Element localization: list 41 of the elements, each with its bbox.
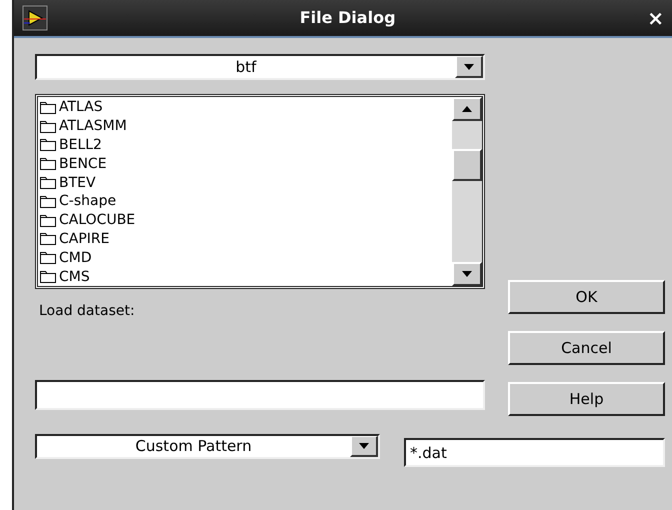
- scroll-thumb[interactable]: [452, 149, 482, 181]
- directory-dropdown[interactable]: btf: [35, 54, 485, 80]
- folder-item[interactable]: ATLASMM: [40, 116, 452, 136]
- ok-button[interactable]: OK: [508, 280, 665, 314]
- folder-item[interactable]: CMD: [40, 248, 452, 268]
- window-title: File Dialog: [300, 7, 396, 29]
- scroll-up-button[interactable]: [452, 97, 482, 121]
- folder-icon: [40, 138, 56, 152]
- folder-item[interactable]: CAPIRE: [40, 230, 452, 248]
- folder-icon: [40, 270, 56, 284]
- folder-icon: [40, 157, 56, 170]
- close-button[interactable]: ×: [647, 8, 664, 28]
- folder-item[interactable]: BENCE: [40, 154, 452, 174]
- folder-item[interactable]: CALOCUBE: [40, 210, 452, 230]
- dropdown-arrow-button[interactable]: [455, 56, 483, 78]
- pattern-input-field[interactable]: *.dat: [404, 438, 665, 467]
- cancel-button[interactable]: Cancel: [508, 331, 665, 365]
- dataset-input-field[interactable]: [35, 380, 485, 410]
- caret-down-icon: [462, 271, 472, 277]
- scrollbar[interactable]: [452, 97, 482, 286]
- filter-dropdown[interactable]: Custom Pattern: [35, 434, 380, 459]
- dropdown-arrow-button[interactable]: [350, 436, 378, 457]
- caret-down-icon: [464, 64, 474, 70]
- folder-icon: [40, 120, 56, 133]
- folder-icon: [40, 194, 56, 208]
- folder-item[interactable]: BTEV: [40, 173, 452, 192]
- folder-item[interactable]: C-shape: [40, 192, 452, 211]
- folder-item[interactable]: CMS: [40, 267, 452, 286]
- load-dataset-label: Load dataset:: [39, 302, 136, 321]
- folder-item[interactable]: BELL2: [40, 136, 452, 154]
- folder-icon: [40, 232, 56, 246]
- app-icon[interactable]: [22, 5, 48, 31]
- scroll-down-button[interactable]: [452, 262, 482, 286]
- help-button[interactable]: Help: [508, 382, 665, 416]
- caret-down-icon: [359, 443, 369, 449]
- folder-item[interactable]: ATLAS: [40, 98, 452, 117]
- folder-icon: [40, 176, 56, 190]
- caret-up-icon: [462, 106, 472, 112]
- folder-icon: [40, 251, 56, 264]
- folder-icon: [40, 214, 56, 227]
- folder-icon: [40, 100, 56, 114]
